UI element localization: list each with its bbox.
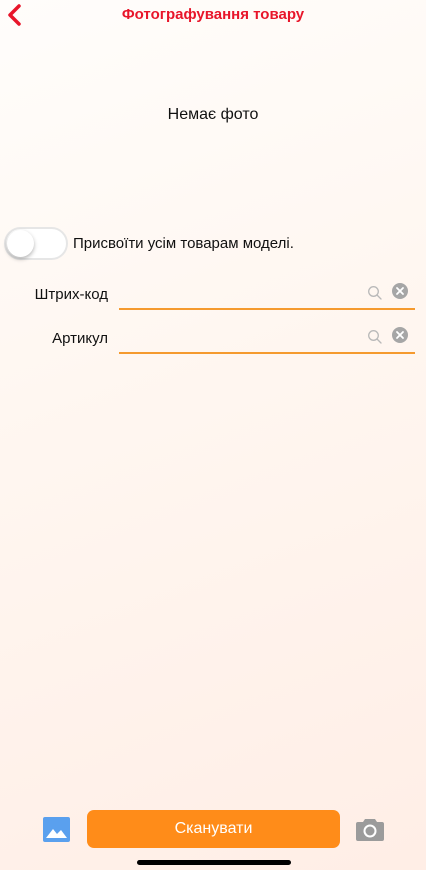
scan-button[interactable]: Сканувати bbox=[87, 810, 340, 848]
page-title: Фотографування товару bbox=[121, 6, 305, 23]
no-photo-text: Немає фото bbox=[167, 106, 259, 123]
search-icon bbox=[368, 286, 382, 300]
home-indicator bbox=[137, 860, 291, 865]
search-icon bbox=[368, 330, 382, 344]
clear-icon[interactable] bbox=[392, 283, 408, 299]
toggle-knob bbox=[7, 230, 34, 257]
assign-to-model-toggle[interactable] bbox=[4, 227, 68, 260]
barcode-field-row: Штрих-код bbox=[0, 278, 426, 314]
photo-preview[interactable]: Немає фото bbox=[0, 30, 426, 220]
article-field bbox=[119, 322, 415, 354]
article-input[interactable] bbox=[119, 326, 359, 350]
assign-to-model-row: Присвоїти усім товарам моделі. bbox=[4, 227, 414, 261]
gallery-icon[interactable] bbox=[43, 817, 70, 842]
header-bar: Фотографування товару bbox=[0, 0, 426, 30]
barcode-field bbox=[119, 278, 415, 310]
clear-icon[interactable] bbox=[392, 327, 408, 343]
barcode-label: Штрих-код bbox=[34, 286, 108, 303]
bottom-toolbar: Сканувати bbox=[0, 806, 426, 852]
camera-icon[interactable] bbox=[356, 817, 384, 841]
article-field-row: Артикул bbox=[0, 322, 426, 358]
article-label: Артикул bbox=[52, 330, 108, 347]
assign-to-model-label: Присвоїти усім товарам моделі. bbox=[73, 235, 294, 252]
barcode-input[interactable] bbox=[119, 282, 359, 306]
